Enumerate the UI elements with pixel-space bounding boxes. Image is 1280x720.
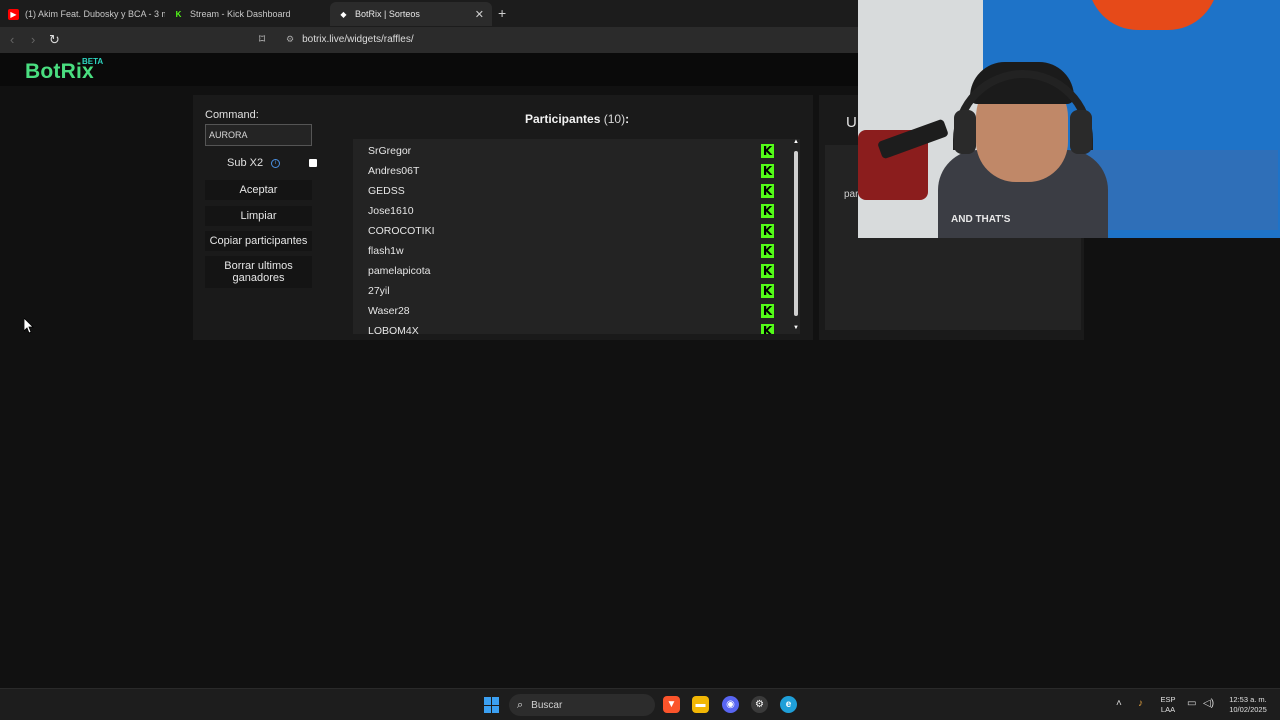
brave-icon[interactable]: ▼ (663, 696, 680, 713)
shirt-text: AND THAT'S (951, 214, 1011, 225)
youtube-icon: ▶ (8, 8, 19, 20)
list-item: pamelapicota K (353, 261, 788, 281)
list-scrollbar[interactable]: ▲ ▼ (792, 139, 800, 334)
kick-icon: K (761, 284, 774, 298)
scroll-down-icon[interactable]: ▼ (793, 325, 799, 331)
participant-name: 27yil (368, 285, 390, 297)
url-text: botrix.live/widgets/raffles/ (302, 34, 414, 45)
site-info-icon[interactable]: ⚙ (286, 34, 294, 45)
tray-overflow-icon[interactable]: ˄ (1116, 698, 1122, 709)
list-item: 27yil K (353, 281, 788, 301)
close-tab-icon[interactable]: ✕ (475, 8, 484, 21)
forward-icon[interactable]: › (31, 32, 35, 47)
browser-tab-kick[interactable]: K Stream - Kick Dashboard (165, 2, 330, 26)
headset-earcup-left (954, 110, 976, 154)
webcam-overlay: AND THAT'S (858, 0, 1280, 238)
command-input[interactable] (205, 124, 312, 146)
kick-icon: K (761, 304, 774, 318)
list-item: Waser28 K (353, 301, 788, 321)
delete-last-winners-button[interactable]: Borrar ultimos ganadores (205, 256, 312, 288)
url-field[interactable]: ⚙ botrix.live/widgets/raffles/ (286, 34, 414, 45)
tab-title: BotRix | Sorteos (355, 9, 420, 19)
headset-earcup-right (1070, 110, 1092, 154)
participant-name: pamelapicota (368, 265, 431, 277)
participants-list[interactable]: SrGregor K Andres06T K GEDSS K Jose1610 K CO… (353, 139, 800, 334)
winners-heading: U (846, 114, 857, 131)
participant-name: GEDSS (368, 185, 405, 197)
kick-icon: K (175, 9, 182, 19)
participant-name: LOBOM4X (368, 325, 419, 334)
taskbar-search[interactable]: ⌕ Buscar (509, 694, 655, 716)
kick-icon: K (761, 324, 774, 334)
accept-button[interactable]: Aceptar (205, 180, 312, 200)
kick-icon: K (761, 144, 774, 158)
browser-tab-youtube[interactable]: ▶ (1) Akim Feat. Dubosky y BCA - 3 me (0, 2, 165, 26)
participant-name: Andres06T (368, 165, 420, 177)
kick-icon: K (761, 244, 774, 258)
file-explorer-icon[interactable]: ▬ (692, 696, 709, 713)
kick-icon: K (761, 184, 774, 198)
microphone-tray-icon[interactable]: ♪ (1138, 698, 1143, 709)
list-item: flash1w K (353, 241, 788, 261)
copy-participants-button[interactable]: Copiar participantes (205, 231, 312, 251)
language-indicator[interactable]: ESP LAA (1158, 695, 1178, 715)
list-item: COROCOTIKI K (353, 221, 788, 241)
edge-icon[interactable]: e (780, 696, 797, 713)
winners-text: par (844, 189, 859, 200)
clock[interactable]: 12:53 a. m. 10/02/2025 (1224, 695, 1272, 715)
participant-name: COROCOTIKI (368, 225, 435, 237)
participant-name: flash1w (368, 245, 404, 257)
steam-icon[interactable]: ⚙ (751, 696, 768, 713)
kick-icon: K (761, 164, 774, 178)
new-tab-button[interactable]: + (498, 5, 506, 21)
participants-title-text: Participantes (525, 112, 601, 126)
discord-icon[interactable]: ◉ (722, 696, 739, 713)
participants-count: (10) (603, 112, 626, 126)
list-item: Andres06T K (353, 161, 788, 181)
bookmark-icon[interactable]: ⌑ (259, 32, 265, 46)
participant-name: Waser28 (368, 305, 410, 317)
participants-title: Participantes (10): (525, 112, 629, 126)
network-icon[interactable]: ▭ (1187, 698, 1196, 709)
clock-time: 12:53 a. m. (1229, 695, 1267, 704)
participant-name: SrGregor (368, 145, 412, 157)
sub-x2-checkbox[interactable] (309, 159, 317, 167)
language-code: ESP (1160, 695, 1176, 704)
list-item: LOBOM4X K (353, 321, 788, 334)
participant-name: Jose1610 (368, 205, 414, 217)
kick-icon: K (761, 264, 774, 278)
webcam-bedsheet (1078, 150, 1278, 230)
tab-title: Stream - Kick Dashboard (190, 9, 291, 19)
keyboard-layout: LAA (1160, 705, 1176, 714)
back-icon[interactable]: ‹ (10, 32, 14, 47)
browser-tab-botrix[interactable]: ◆ BotRix | Sorteos ✕ (330, 2, 492, 26)
command-label: Command: (205, 109, 259, 121)
search-icon: ⌕ (517, 698, 524, 711)
windows-taskbar: ⌕ Buscar ▼ ▬ ◉ ⚙ e ˄ ♪ ESP LAA ▭ ◁) 12:5… (0, 688, 1280, 720)
volume-icon[interactable]: ◁) (1203, 698, 1214, 709)
botrix-icon: ◆ (340, 9, 347, 19)
beta-badge: BETA (82, 57, 104, 66)
list-item: GEDSS K (353, 181, 788, 201)
info-icon[interactable]: i (271, 158, 280, 168)
participants-title-suffix: : (625, 112, 630, 126)
raffle-panel: Command: Sub X2 i Aceptar Limpiar Copiar… (193, 95, 813, 340)
scroll-thumb[interactable] (794, 151, 798, 316)
list-item: SrGregor K (353, 141, 788, 161)
list-item: Jose1610 K (353, 201, 788, 221)
taskbar-search-placeholder: Buscar (531, 699, 563, 711)
kick-icon: K (761, 224, 774, 238)
sub-x2-label: Sub X2 (227, 157, 264, 169)
sub-x2-row: Sub X2 i (205, 155, 317, 171)
scroll-up-icon[interactable]: ▲ (793, 139, 799, 145)
clock-date: 10/02/2025 (1229, 705, 1267, 714)
clear-button[interactable]: Limpiar (205, 206, 312, 226)
tab-title: (1) Akim Feat. Dubosky y BCA - 3 me (25, 9, 165, 19)
kick-icon: K (761, 204, 774, 218)
reload-icon[interactable]: ↻ (49, 32, 60, 48)
start-button[interactable] (484, 697, 500, 713)
